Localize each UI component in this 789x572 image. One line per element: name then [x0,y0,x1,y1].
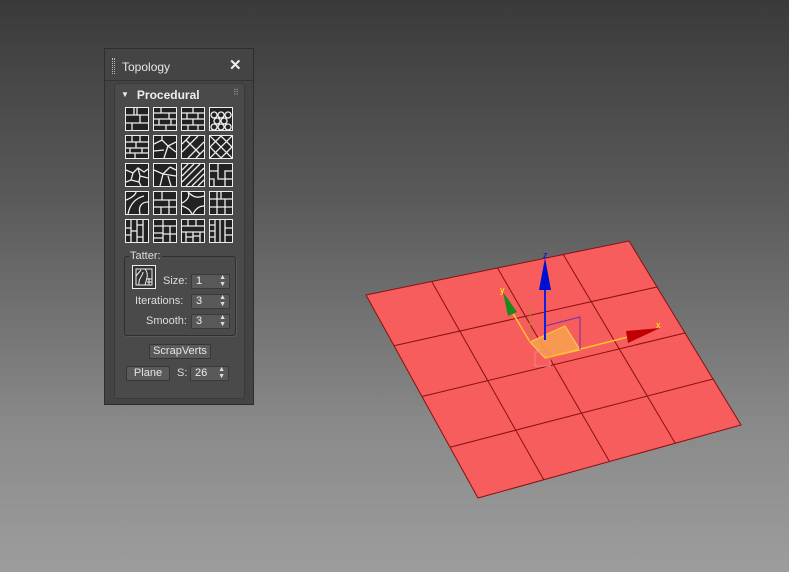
procedural-tile-13-icon[interactable] [125,191,149,215]
procedural-tile-14-icon[interactable] [153,191,177,215]
size-spinner[interactable]: 1 ▲ ▼ [191,274,230,289]
procedural-tile-8-icon[interactable] [209,135,233,159]
iterations-value: 3 [196,295,203,307]
procedural-tile-7-icon[interactable] [181,135,205,159]
close-icon[interactable]: ✕ [229,56,242,74]
procedural-tile-4-icon[interactable] [209,107,233,131]
procedural-rollout: ▼ Procedural ⠿ Tatter: Size: 1 ▲ ▼ Iteratio… [114,83,245,399]
panel-title: Topology [122,60,171,74]
plane-mesh[interactable] [365,240,742,499]
iterations-spinner[interactable]: 3 ▲ ▼ [191,294,230,309]
iterations-label: Iterations: [135,295,184,307]
rollout-title: Procedural [136,88,200,102]
topology-panel: Topology ✕ ▼ Procedural ⠿ Tatter: Size: 1… [104,48,254,405]
tatter-group: Tatter: Size: 1 ▲ ▼ Iterations: 3 ▲ ▼ Smooth… [124,250,236,336]
procedural-tile-9-icon[interactable] [125,163,149,187]
procedural-tile-18-icon[interactable] [153,219,177,243]
plane-button[interactable]: Plane [126,366,170,381]
smooth-value: 3 [196,315,203,327]
size-value: 1 [196,275,203,287]
procedural-tile-19-icon[interactable] [181,219,205,243]
smooth-label: Smooth: [146,315,187,327]
procedural-tile-16-icon[interactable] [209,191,233,215]
spinner-arrows-icon[interactable]: ▲ ▼ [219,294,226,308]
spinner-arrows-icon[interactable]: ▲ ▼ [218,366,225,380]
procedural-tile-15-icon[interactable] [181,191,205,215]
collapse-triangle-icon: ▼ [121,90,129,99]
procedural-tile-17-icon[interactable] [125,219,149,243]
procedural-tile-12-icon[interactable] [209,163,233,187]
panel-titlebar[interactable]: Topology ✕ [105,49,253,81]
scrapverts-button[interactable]: ScrapVerts [149,344,211,359]
procedural-tile-grid [125,107,233,243]
procedural-tile-11-icon[interactable] [181,163,205,187]
procedural-tile-6-icon[interactable] [153,135,177,159]
smooth-spinner[interactable]: 3 ▲ ▼ [191,314,230,329]
procedural-tile-20-icon[interactable] [209,219,233,243]
procedural-tile-1-icon[interactable] [125,107,149,131]
plane-face[interactable] [365,240,742,499]
spinner-arrows-icon[interactable]: ▲ ▼ [219,314,226,328]
gizmo-x-label: x [656,320,661,330]
tatter-label: Tatter: [129,250,162,262]
procedural-tile-10-icon[interactable] [153,163,177,187]
procedural-tile-3-icon[interactable] [181,107,205,131]
rollout-header[interactable]: ▼ Procedural [121,88,200,102]
procedural-tile-5-icon[interactable] [125,135,149,159]
gizmo-z-label: z [543,250,548,260]
s-value: 26 [195,367,208,379]
drag-grip-icon[interactable] [112,58,115,74]
s-spinner[interactable]: 26 ▲ ▼ [190,366,229,381]
s-label: S: [177,367,188,379]
spinner-arrows-icon[interactable]: ▲ ▼ [219,274,226,288]
tatter-button-icon[interactable] [132,265,156,289]
procedural-tile-2-icon[interactable] [153,107,177,131]
size-label: Size: [163,275,188,287]
gizmo-y-label: y [500,285,505,295]
rollout-grip-icon[interactable]: ⠿ [233,88,239,97]
